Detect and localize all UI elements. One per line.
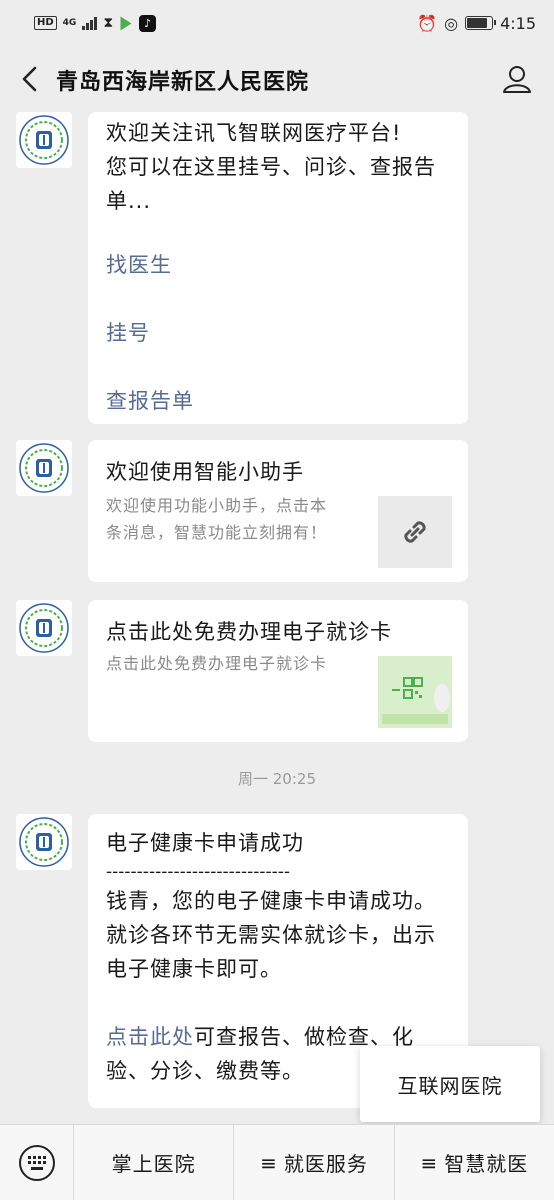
qr-card-image <box>378 656 452 728</box>
internet-hospital-menu-item[interactable]: 互联网医院 <box>360 1046 540 1122</box>
play-store-icon <box>120 16 132 30</box>
keyboard-icon <box>18 1144 55 1181</box>
ecard-card[interactable]: 点击此处免费办理电子就诊卡 点击此处免费办理电子就诊卡 <box>88 600 468 742</box>
network-label: 4G <box>62 17 77 28</box>
welcome-message[interactable]: 欢迎关注讯飞智联网医疗平台! 您可以在这里挂号、问诊、查报告 单... 找医生 … <box>88 112 468 424</box>
hospital-avatar[interactable] <box>16 112 72 168</box>
assistant-card-title: 欢迎使用智能小助手 <box>106 460 304 484</box>
menu-smart-care-label: 智慧就医 <box>444 1152 529 1176</box>
menu-mobile-hospital-label: 掌上医院 <box>111 1152 196 1176</box>
health-card-line-1: 钱青，您的电子健康卡申请成功。 <box>106 889 436 913</box>
battery-icon <box>465 16 497 30</box>
status-left: HD 4G ⧗ ♪ <box>34 14 157 32</box>
hospital-logo-icon <box>19 115 69 165</box>
rotation-icon: ◎ <box>444 13 459 33</box>
message-timestamp: 周一 20:25 <box>238 770 316 788</box>
health-card-title: 电子健康卡申请成功 <box>106 831 304 855</box>
menu-smart-care[interactable]: ≡ 智慧就医 <box>395 1125 554 1200</box>
submenu-icon: ≡ <box>260 1150 278 1175</box>
welcome-line-3: 单... <box>106 189 152 213</box>
find-doctor-link[interactable]: 找医生 <box>88 248 468 282</box>
menu-mobile-hospital[interactable]: 掌上医院 <box>74 1124 235 1200</box>
chat-area[interactable]: 欢迎关注讯飞智联网医疗平台! 您可以在这里挂号、问诊、查报告 单... 找医生 … <box>0 112 554 1122</box>
hospital-logo-icon <box>19 817 69 867</box>
assistant-desc-line-2: 条消息，智慧功能立刻拥有！ <box>106 523 328 542</box>
page-title: 青岛西海岸新区人民医院 <box>56 70 310 95</box>
clock: 4:15 <box>500 13 536 33</box>
keyboard-toggle-button[interactable] <box>0 1124 74 1200</box>
ecard-card-title: 点击此处免费办理电子就诊卡 <box>106 620 392 644</box>
hospital-logo-icon <box>19 443 69 493</box>
bottom-menu-bar: 掌上医院 ≡ 就医服务 ≡ 智慧就医 <box>0 1124 554 1200</box>
welcome-line-2: 您可以在这里挂号、问诊、查报告 <box>106 155 436 179</box>
link-thumbnail <box>378 496 452 568</box>
menu-medical-services[interactable]: ≡ 就医服务 <box>234 1124 395 1200</box>
submenu-icon: ≡ <box>420 1150 439 1175</box>
hourglass-icon: ⧗ <box>103 15 114 31</box>
assistant-desc-line-1: 欢迎使用功能小助手，点击本 <box>106 496 328 515</box>
link-icon <box>404 521 426 543</box>
health-card-divider: ------------------------------ <box>106 862 291 882</box>
back-arrow-icon[interactable] <box>18 65 44 93</box>
signal-icon <box>82 16 98 30</box>
status-right: ⏰ ◎ 4:15 <box>417 14 536 33</box>
health-card-line-3: 电子健康卡即可。 <box>106 957 282 981</box>
health-card-line-2: 就诊各环节无需实体就诊卡，出示 <box>106 923 436 947</box>
chat-header: 青岛西海岸新区人民医院 <box>0 46 554 112</box>
alarm-icon: ⏰ <box>417 13 438 33</box>
hd-indicator: HD <box>34 16 57 30</box>
profile-icon[interactable] <box>502 64 532 94</box>
hospital-avatar[interactable] <box>16 814 72 870</box>
hospital-avatar[interactable] <box>16 440 72 496</box>
status-bar: HD 4G ⧗ ♪ ⏰ ◎ 4:15 <box>0 0 554 46</box>
assistant-card-desc: 欢迎使用功能小助手，点击本 条消息，智慧功能立刻拥有！ <box>106 492 366 546</box>
ecard-card-desc: 点击此处免费办理电子就诊卡 <box>106 654 328 673</box>
hospital-avatar[interactable] <box>16 600 72 656</box>
hospital-logo-icon <box>19 603 69 653</box>
welcome-line-1: 欢迎关注讯飞智联网医疗平台! <box>106 121 402 145</box>
menu-medical-services-label: 就医服务 <box>283 1152 368 1176</box>
register-link[interactable]: 挂号 <box>88 316 468 350</box>
tiktok-icon: ♪ <box>139 14 157 32</box>
ecard-thumbnail <box>378 656 452 728</box>
check-report-link[interactable]: 查报告单 <box>88 384 468 418</box>
click-here-link[interactable]: 点击此处 <box>106 1025 194 1049</box>
assistant-card[interactable]: 欢迎使用智能小助手 欢迎使用功能小助手，点击本 条消息，智慧功能立刻拥有！ <box>88 440 468 582</box>
